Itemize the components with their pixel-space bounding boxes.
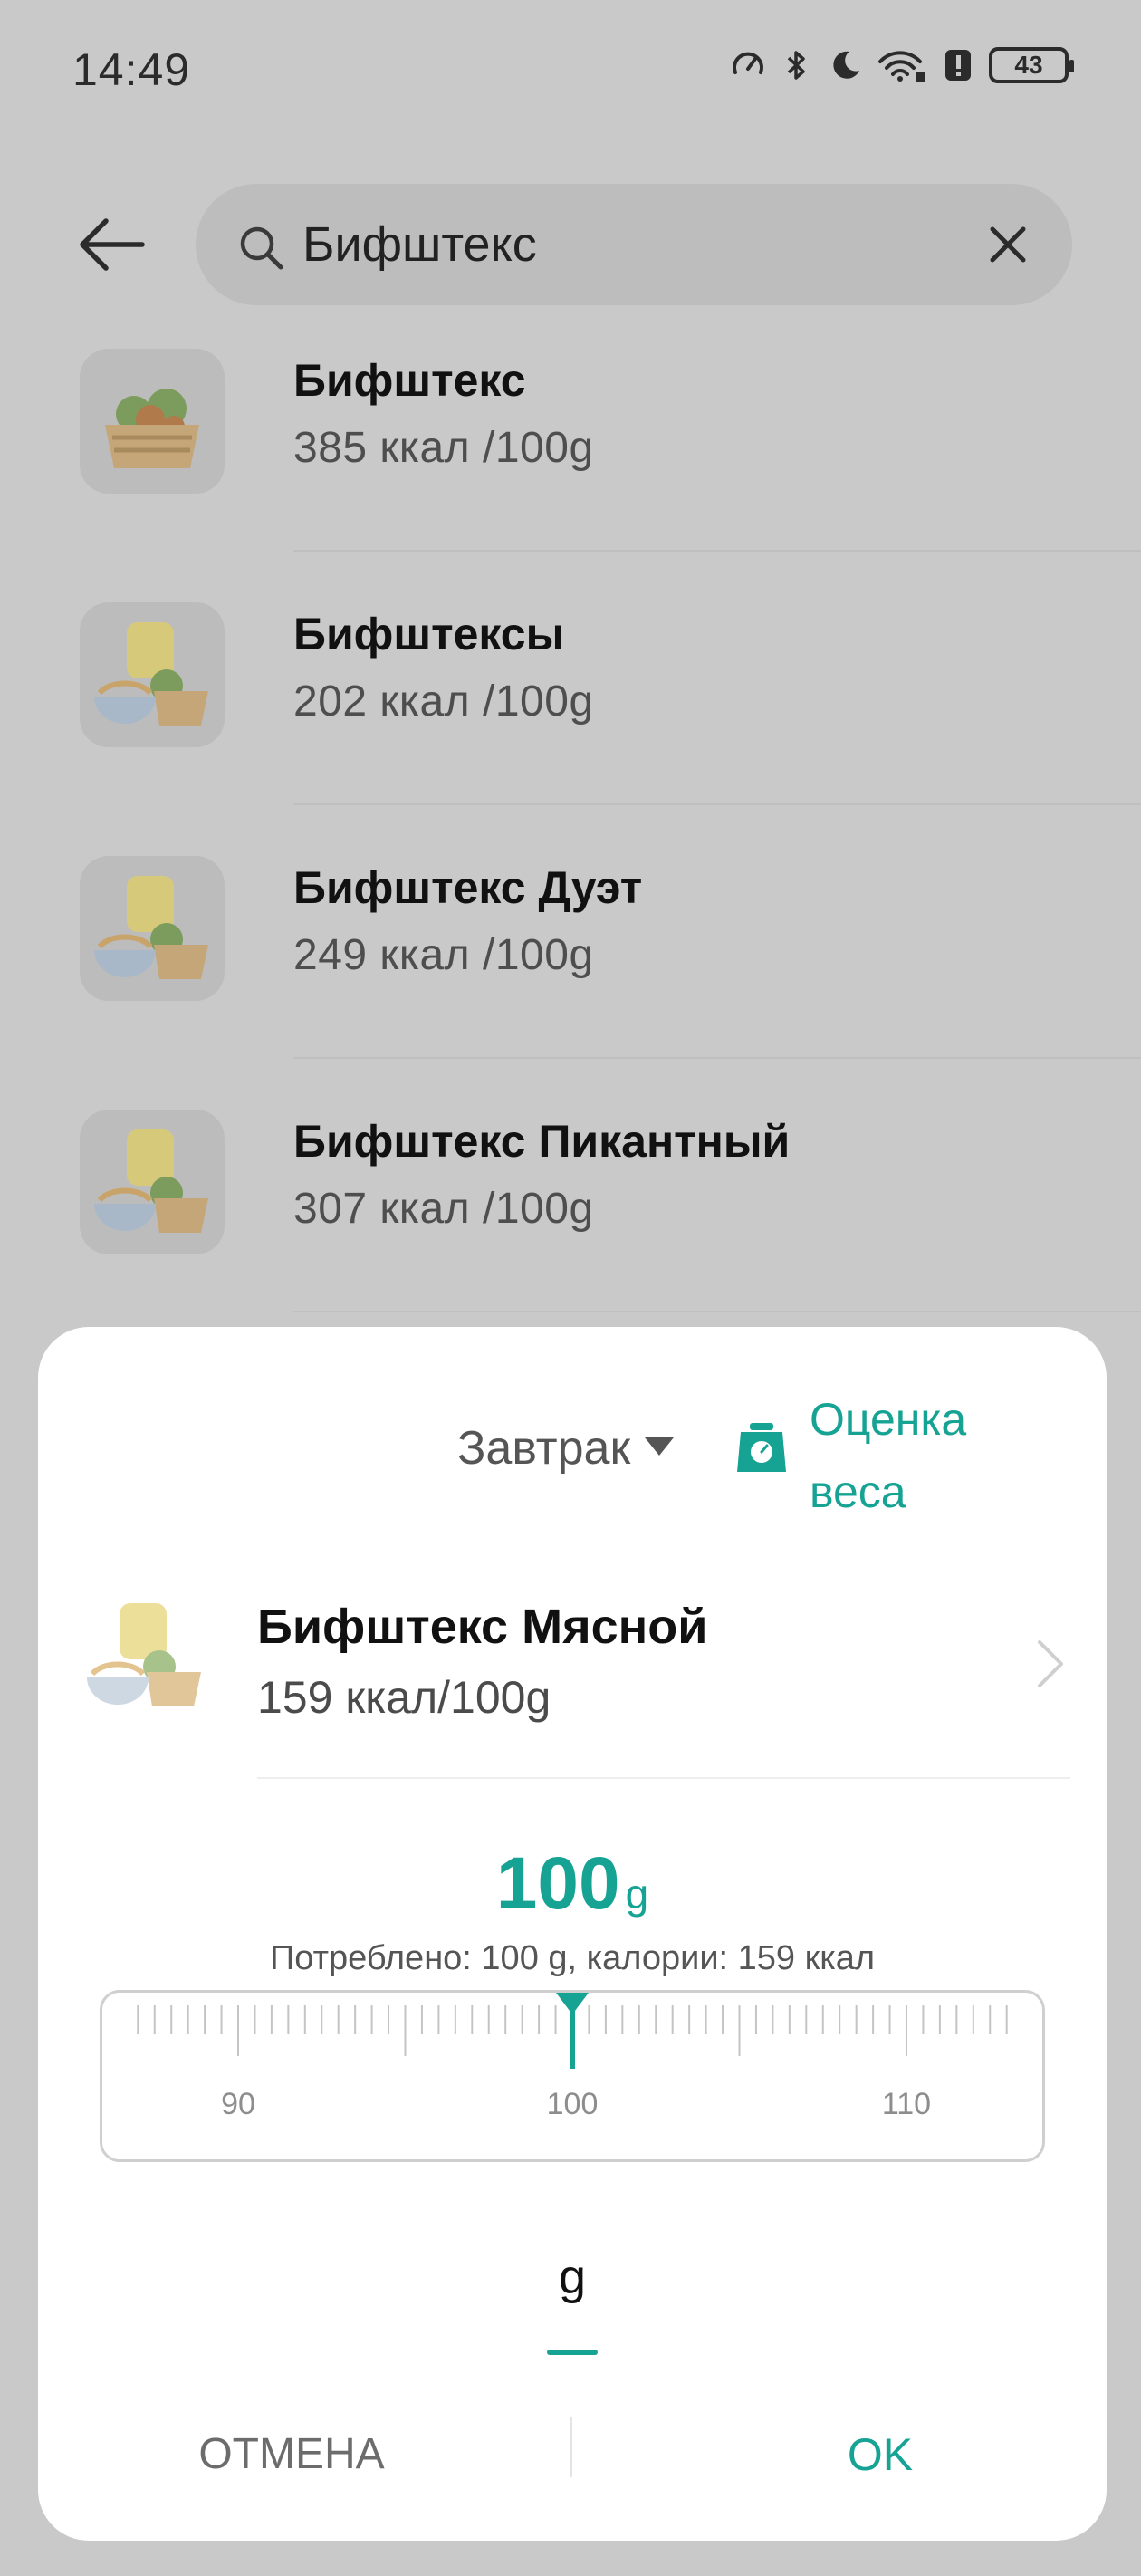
status-icons: 43: [730, 47, 1074, 83]
search-icon: [235, 222, 286, 273]
amount-value: 100: [495, 1842, 620, 1925]
wifi-icon: [877, 47, 927, 83]
add-food-sheet: Завтрак Оценка веса Бифштекс Мясной 159 …: [38, 1327, 1107, 2541]
meal-dropdown[interactable]: Завтрак: [457, 1421, 676, 1475]
status-bar: 14:49 43: [0, 0, 1141, 145]
consumed-summary: Потреблено: 100 g, калории: 159 ккал: [269, 1939, 876, 1977]
divider: [570, 2417, 572, 2477]
product-name: Бифштекс Мясной: [257, 1600, 708, 1654]
scale-icon: [735, 1421, 788, 1474]
divider: [257, 1777, 1070, 1779]
result-kcal: 249 ккал /100g: [293, 931, 594, 979]
food-basket-icon: [80, 349, 225, 494]
meal-label: Завтрак: [457, 1422, 631, 1475]
result-kcal: 307 ккал /100g: [293, 1185, 594, 1233]
moon-icon: [828, 47, 864, 83]
status-time: 14:49: [72, 44, 191, 95]
unit-tab-indicator: [547, 2350, 598, 2355]
result-name: Бифштексы: [293, 609, 565, 659]
food-mix-icon: [72, 1583, 217, 1728]
result-kcal: 202 ккал /100g: [293, 678, 594, 726]
ruler-ticks: [137, 1993, 1008, 2069]
unit-tab-g[interactable]: g: [548, 2249, 597, 2305]
arrow-left-icon: [77, 217, 146, 276]
amount-display: 100 g: [38, 1841, 1107, 1927]
result-item[interactable]: Бифштекс Пикантный 307 ккал /100g: [0, 1110, 1141, 1363]
weight-estimate-button[interactable]: Оценка веса: [735, 1383, 1009, 1528]
divider: [293, 803, 1141, 805]
ruler-indicator-head: [556, 1993, 589, 2014]
chevron-right-icon[interactable]: [1034, 1639, 1067, 1689]
speed-icon: [730, 47, 766, 83]
ruler-label: 90: [221, 2087, 255, 2121]
food-mix-icon: [80, 602, 225, 747]
result-name: Бифштекс: [293, 355, 526, 406]
caret-down-icon: [643, 1434, 676, 1464]
amount-ruler[interactable]: 90 100 110: [100, 1990, 1045, 2162]
result-item[interactable]: Бифштексы 202 ккал /100g: [0, 602, 1141, 856]
search-bar[interactable]: Бифштекс: [196, 184, 1072, 305]
cancel-button[interactable]: ОТМЕНА: [147, 2414, 436, 2495]
result-item[interactable]: Бифштекс 385 ккал /100g: [0, 349, 1141, 602]
result-name: Бифштекс Пикантный: [293, 1116, 791, 1167]
bluetooth-icon: [779, 47, 815, 83]
ruler-label: 100: [546, 2087, 599, 2121]
weight-estimate-label: Оценка веса: [810, 1394, 967, 1517]
divider: [293, 550, 1141, 552]
clear-search-button[interactable]: [985, 222, 1031, 267]
product-kcal: 159 ккал/100g: [257, 1672, 551, 1723]
battery-icon: 43: [989, 47, 1074, 83]
food-mix-icon: [80, 1110, 225, 1254]
ruler-label: 110: [881, 2087, 932, 2121]
food-mix-icon: [80, 856, 225, 1001]
result-name: Бифштекс Дуэт: [293, 862, 643, 913]
back-button[interactable]: [71, 210, 152, 283]
close-icon: [985, 226, 1031, 271]
ok-button[interactable]: OK: [735, 2414, 1025, 2495]
result-item[interactable]: Бифштекс Дуэт 249 ккал /100g: [0, 856, 1141, 1110]
divider: [293, 1311, 1141, 1312]
result-kcal: 385 ккал /100g: [293, 424, 594, 472]
amount-unit: g: [625, 1870, 649, 1918]
divider: [293, 1057, 1141, 1059]
alert-icon: [940, 47, 976, 83]
search-input[interactable]: Бифштекс: [302, 207, 973, 282]
